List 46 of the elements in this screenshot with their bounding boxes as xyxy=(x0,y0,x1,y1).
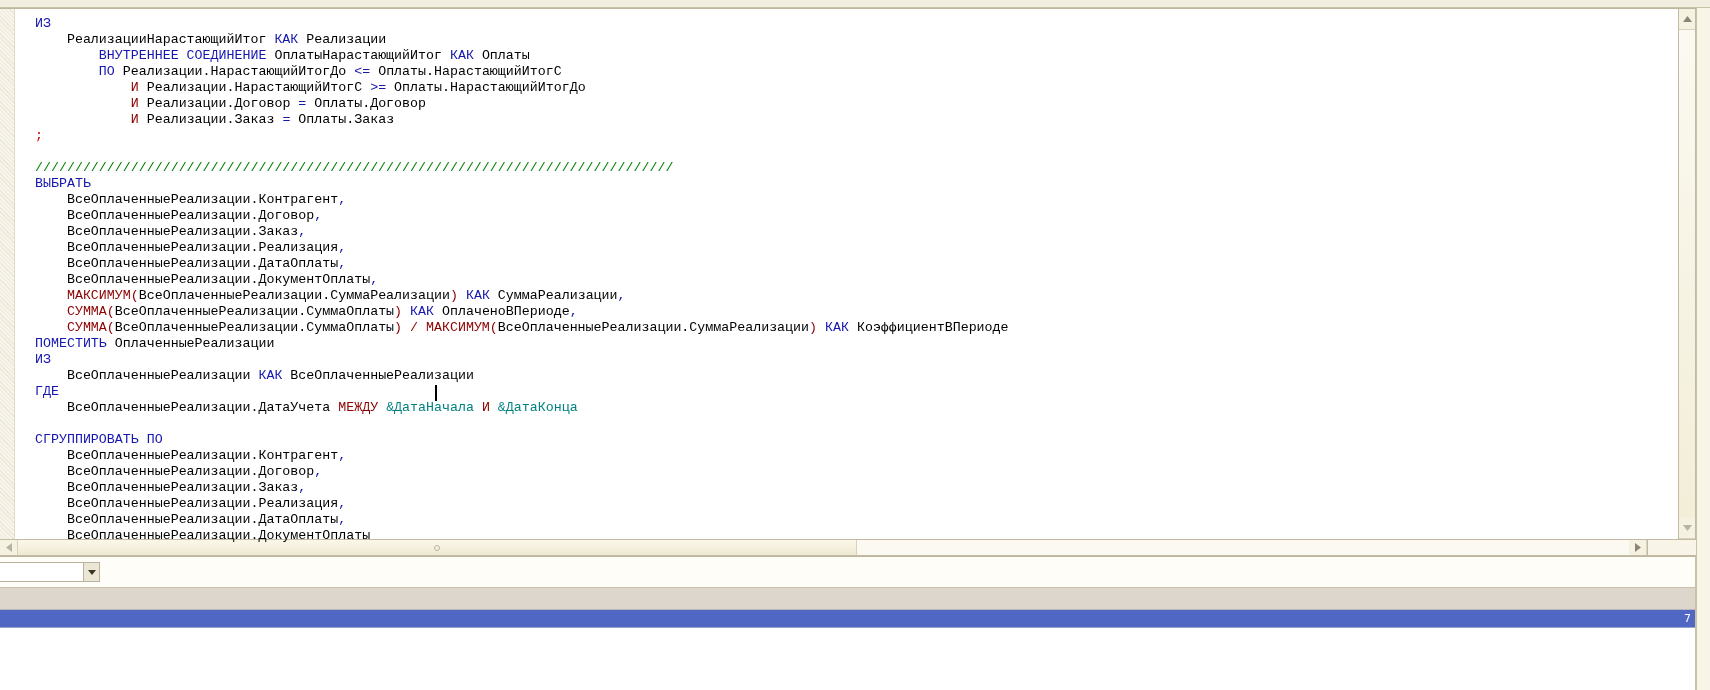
dropdown-arrow-icon xyxy=(87,569,96,575)
up-arrow-icon xyxy=(1682,16,1692,22)
code-line: И Реализации.НарастающийИтогС >= Оплаты.НарастающийИтогДо xyxy=(130,80,586,96)
scroll-left-button[interactable] xyxy=(0,540,18,555)
code-line: СУММА(ВсеОплаченныеРеализации.СуммаОплаты) КАК ОплаченоВПериоде, xyxy=(66,304,578,320)
code-line: ВсеОплаченныеРеализации КАК ВсеОплаченныеРеализации xyxy=(66,368,474,384)
code-line: ВЫБРАТЬ xyxy=(35,176,91,192)
code-line: ПО Реализации.НарастающийИтогДо <= Оплаты.НарастающийИтогС xyxy=(98,64,562,80)
code-line: СГРУППИРОВАТЬ ПО xyxy=(35,432,163,448)
code-line: ВсеОплаченныеРеализации.Заказ, xyxy=(66,224,307,240)
code-line: ВсеОплаченныеРеализации.ДатаОплаты, xyxy=(66,256,347,272)
code-line: ВсеОплаченныеРеализации.ДатаОплаты, xyxy=(66,512,347,528)
code-line: //////////////////////////////////////////////////////////////////////////////// xyxy=(35,160,674,176)
scrollbar-thumb[interactable] xyxy=(18,540,857,555)
selected-row[interactable]: 7 xyxy=(0,610,1695,628)
code-line: ВсеОплаченныеРеализации.ДокументОплаты, xyxy=(66,272,379,288)
vertical-scrollbar[interactable] xyxy=(1678,9,1696,539)
code-line: ВсеОплаченныеРеализации.Договор, xyxy=(66,208,323,224)
down-arrow-icon xyxy=(1682,525,1692,531)
code-line: И Реализации.Заказ = Оплаты.Заказ xyxy=(130,112,395,128)
code-line: ВсеОплаченныеРеализации.ДокументОплаты xyxy=(66,528,371,544)
code-line: ВсеОплаченныеРеализации.Контрагент, xyxy=(66,192,347,208)
code-line: РеализацииНарастающийИтог КАК Реализации xyxy=(66,32,387,48)
code-line: МАКСИМУМ(ВсеОплаченныеРеализации.СуммаРеализации) КАК СуммаРеализации, xyxy=(66,288,626,304)
code-line: ВНУТРЕННЕЕ СОЕДИНЕНИЕ ОплатыНарастающийИтог КАК Оплаты xyxy=(98,48,530,64)
code-line: ; xyxy=(35,128,43,144)
code-line: ВсеОплаченныеРеализации.Реализация, xyxy=(66,496,347,512)
left-arrow-icon xyxy=(5,543,12,552)
code-line: ВсеОплаченныеРеализации.Договор, xyxy=(66,464,323,480)
code-line: И Реализации.Договор = Оплаты.Договор xyxy=(130,96,427,112)
code-line: ИЗ xyxy=(35,16,51,32)
code-line: ПОМЕСТИТЬ ОплаченныеРеализации xyxy=(35,336,275,352)
right-arrow-icon xyxy=(1634,543,1641,552)
code-line: ИЗ xyxy=(35,352,51,368)
code-line: ВсеОплаченныеРеализации.Заказ, xyxy=(66,480,307,496)
code-line: СУММА(ВсеОплаченныеРеализации.СуммаОплаты) / МАКСИМУМ(ВсеОплаченныеРеализации.СуммаРеализации) КАК КоэффициентВПериоде xyxy=(66,320,1009,336)
text-cursor xyxy=(435,385,437,401)
scroll-right-button[interactable] xyxy=(1629,540,1647,555)
row-number: 7 xyxy=(1684,612,1691,625)
scroll-down-button[interactable] xyxy=(1679,518,1695,539)
code-line: ВсеОплаченныеРеализации.Реализация, xyxy=(66,240,347,256)
scroll-up-button[interactable] xyxy=(1679,9,1695,30)
dropdown-field[interactable] xyxy=(0,562,100,582)
code-line: ГДЕ xyxy=(35,384,59,400)
code-line: ВсеОплаченныеРеализации.Контрагент, xyxy=(66,448,347,464)
code-line: ВсеОплаченныеРеализации.ДатаУчета МЕЖДУ &ДатаНачала И &ДатаКонца xyxy=(66,400,578,416)
